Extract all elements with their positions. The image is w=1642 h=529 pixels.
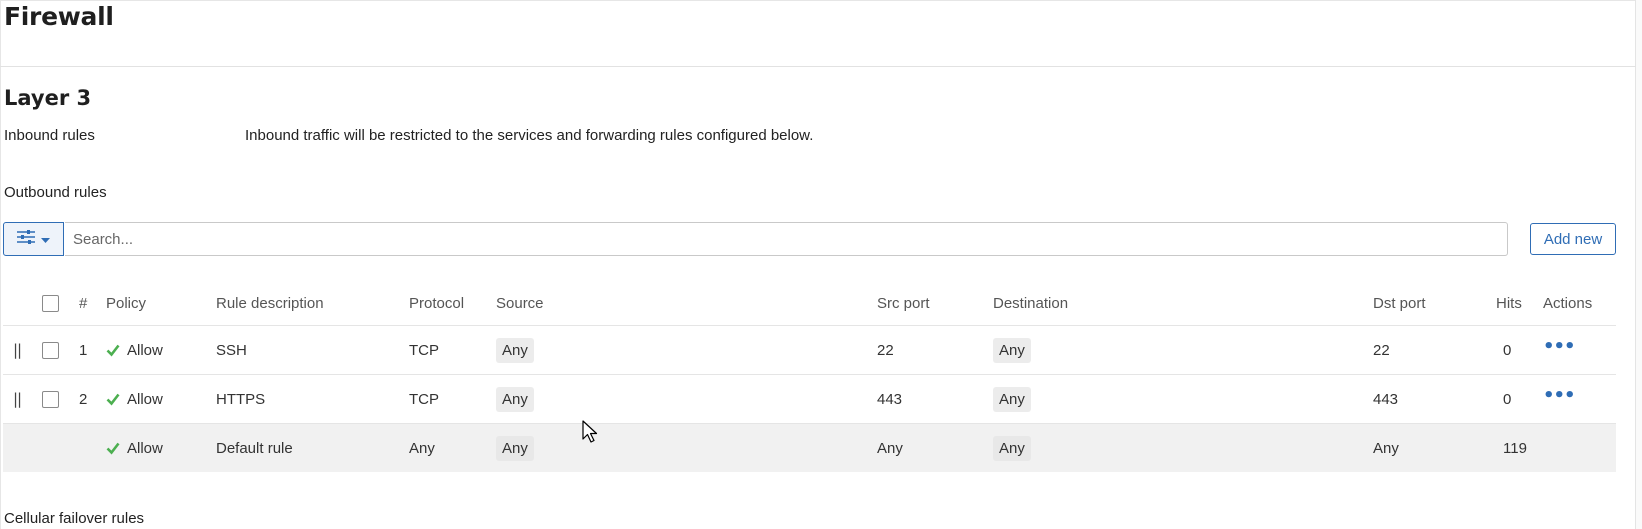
more-actions-icon[interactable]: •••: [1543, 338, 1576, 362]
table-row[interactable]: || 1 Allow SSH TCP Any 22 Any 22 0 •••: [3, 326, 1616, 375]
rule-description: SSH: [216, 341, 247, 359]
rule-number: 1: [79, 341, 88, 359]
destination-tag: Any: [993, 337, 1031, 363]
check-icon: [106, 442, 120, 455]
inbound-rules-label: Inbound rules: [4, 127, 95, 144]
rule-dst-port: 22: [1373, 341, 1390, 359]
header-source[interactable]: Source: [496, 281, 544, 325]
rule-src-port: 443: [877, 390, 903, 408]
default-rule-row: Allow Default rule Any Any Any Any Any 1…: [3, 424, 1616, 472]
rule-number: 2: [79, 390, 88, 408]
inbound-rules-description: Inbound traffic will be restricted to th…: [245, 127, 814, 144]
rule-hits: 0: [1503, 390, 1512, 408]
rule-hits: 119: [1503, 439, 1527, 457]
header-actions: Actions: [1543, 294, 1593, 312]
drag-handle-icon[interactable]: ||: [13, 390, 22, 408]
mouse-pointer-icon: [582, 420, 598, 443]
drag-handle-icon[interactable]: ||: [13, 341, 22, 359]
rule-protocol: TCP: [409, 341, 439, 359]
header-num: #: [79, 294, 88, 312]
title-divider: [0, 66, 1636, 67]
rule-src-port: 22: [877, 341, 894, 359]
header-src-port[interactable]: Src port: [877, 281, 930, 325]
select-all-checkbox[interactable]: [42, 294, 59, 312]
row-checkbox[interactable]: [42, 341, 59, 359]
table-row[interactable]: || 2 Allow HTTPS TCP Any 443 Any 443 0 •…: [3, 375, 1616, 424]
outbound-rules-label: Outbound rules: [4, 184, 107, 201]
rule-protocol: Any: [409, 439, 435, 457]
filter-dropdown-button[interactable]: [3, 222, 64, 256]
header-hits[interactable]: Hits: [1496, 281, 1522, 325]
rule-src-port: Any: [877, 439, 903, 457]
window-top-border: [0, 0, 1642, 1]
table-header-row: # Policy Rule description Protocol Sourc…: [3, 281, 1616, 326]
page-title: Firewall: [4, 2, 114, 31]
section-title-layer3: Layer 3: [4, 86, 92, 110]
outbound-rules-table: # Policy Rule description Protocol Sourc…: [3, 281, 1616, 472]
header-dst-port[interactable]: Dst port: [1373, 281, 1426, 325]
check-icon: [106, 393, 120, 406]
header-description[interactable]: Rule description: [216, 281, 324, 325]
rule-description: HTTPS: [216, 390, 266, 408]
row-checkbox[interactable]: [42, 390, 59, 408]
rule-dst-port: 443: [1373, 390, 1399, 408]
source-tag: Any: [496, 435, 534, 461]
destination-tag: Any: [993, 386, 1031, 412]
window-left-border: [0, 0, 1, 529]
caret-down-icon: [41, 231, 50, 248]
source-tag: Any: [496, 386, 534, 412]
more-actions-icon[interactable]: •••: [1543, 387, 1576, 411]
rule-description: Default rule: [216, 439, 293, 457]
add-new-button[interactable]: Add new: [1530, 223, 1616, 255]
source-tag: Any: [496, 337, 534, 363]
policy-value: Allow: [127, 341, 163, 359]
destination-tag: Any: [993, 435, 1031, 461]
header-protocol[interactable]: Protocol: [409, 281, 464, 325]
policy-value: Allow: [127, 390, 163, 408]
rule-dst-port: Any: [1373, 439, 1399, 457]
sliders-icon: [17, 230, 35, 248]
search-input[interactable]: [65, 222, 1508, 256]
check-icon: [106, 344, 120, 357]
header-policy[interactable]: Policy: [106, 281, 146, 325]
policy-value: Allow: [127, 439, 163, 457]
header-destination[interactable]: Destination: [993, 281, 1068, 325]
rule-hits: 0: [1503, 341, 1512, 359]
cellular-failover-label: Cellular failover rules: [4, 510, 145, 527]
rule-protocol: TCP: [409, 390, 439, 408]
vertical-scrollbar[interactable]: [1635, 0, 1642, 529]
